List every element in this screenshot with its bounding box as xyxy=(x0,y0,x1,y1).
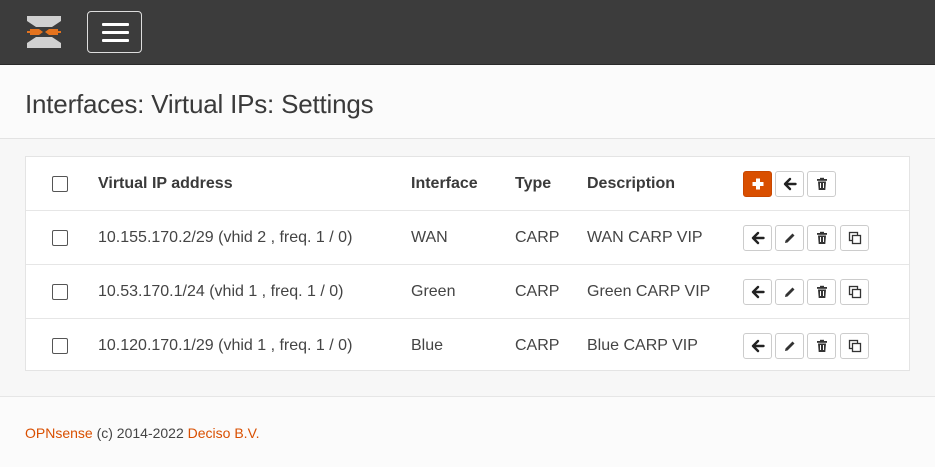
edit-icon xyxy=(784,287,794,297)
copy-button[interactable] xyxy=(840,225,869,251)
cell-address: 10.155.170.2/29 (vhid 2 , freq. 1 / 0) xyxy=(98,229,353,246)
row-apply-button[interactable] xyxy=(743,279,772,305)
cell-type: CARP xyxy=(515,337,560,354)
apply-icon xyxy=(751,231,765,245)
table-row[interactable]: 10.120.170.1/29 (vhid 1 , freq. 1 / 0) B… xyxy=(26,319,909,373)
row-checkbox[interactable] xyxy=(52,338,68,354)
page-header: Interfaces: Virtual IPs: Settings xyxy=(0,65,935,139)
footer-brand-link[interactable]: OPNsense xyxy=(25,425,93,441)
select-all-checkbox[interactable] xyxy=(52,176,68,192)
row-checkbox[interactable] xyxy=(52,284,68,300)
table-header-row: Virtual IP address Interface Type Descri… xyxy=(26,157,909,211)
column-header-type[interactable]: Type xyxy=(515,157,551,210)
hamburger-menu-icon xyxy=(102,23,129,26)
row-apply-button[interactable] xyxy=(743,225,772,251)
cell-type: CARP xyxy=(515,229,560,246)
copy-button[interactable] xyxy=(840,333,869,359)
footer: OPNsense (c) 2014-2022 Deciso B.V. xyxy=(0,397,935,467)
footer-copyright: (c) 2014-2022 xyxy=(92,425,188,441)
edit-button[interactable] xyxy=(775,279,804,305)
delete-button[interactable] xyxy=(807,333,836,359)
cell-interface: WAN xyxy=(411,229,448,246)
page-title: Interfaces: Virtual IPs: Settings xyxy=(25,89,374,119)
apply-button[interactable] xyxy=(775,171,804,197)
edit-icon xyxy=(784,233,794,243)
content-area: Virtual IP address Interface Type Descri… xyxy=(0,139,935,397)
opnsense-logo-icon[interactable] xyxy=(24,12,64,52)
footer-text: OPNsense (c) 2014-2022 Deciso B.V. xyxy=(25,425,260,441)
column-header-description[interactable]: Description xyxy=(587,157,675,210)
cell-description: Green CARP VIP xyxy=(587,283,711,300)
footer-company-link[interactable]: Deciso B.V. xyxy=(188,425,260,441)
delete-button[interactable] xyxy=(807,279,836,305)
top-navbar xyxy=(0,0,935,65)
delete-icon xyxy=(816,285,827,298)
row-checkbox[interactable] xyxy=(52,230,68,246)
cell-type: CARP xyxy=(515,283,560,300)
copy-icon xyxy=(848,339,861,353)
cell-address: 10.120.170.1/29 (vhid 1 , freq. 1 / 0) xyxy=(98,337,353,354)
copy-button[interactable] xyxy=(840,279,869,305)
apply-icon xyxy=(751,339,765,353)
cell-address: 10.53.170.1/24 (vhid 1 , freq. 1 / 0) xyxy=(98,283,344,300)
copy-icon xyxy=(848,285,861,299)
table-row[interactable]: 10.155.170.2/29 (vhid 2 , freq. 1 / 0) W… xyxy=(26,211,909,265)
delete-icon xyxy=(816,231,827,244)
apply-icon xyxy=(783,177,797,191)
hamburger-bar xyxy=(102,39,129,42)
apply-icon xyxy=(751,285,765,299)
cell-interface: Blue xyxy=(411,337,444,354)
menu-toggle-button[interactable] xyxy=(87,11,142,53)
add-button[interactable] xyxy=(743,171,772,197)
delete-icon xyxy=(816,339,827,352)
cell-interface: Green xyxy=(411,283,456,300)
edit-icon xyxy=(784,341,794,351)
delete-selected-button[interactable] xyxy=(807,171,836,197)
column-header-interface[interactable]: Interface xyxy=(411,157,478,210)
vip-table: Virtual IP address Interface Type Descri… xyxy=(25,156,910,371)
cell-description: WAN CARP VIP xyxy=(587,229,703,246)
delete-button[interactable] xyxy=(807,225,836,251)
add-icon xyxy=(752,178,763,190)
copy-icon xyxy=(848,231,861,245)
cell-description: Blue CARP VIP xyxy=(587,337,698,354)
edit-button[interactable] xyxy=(775,225,804,251)
edit-button[interactable] xyxy=(775,333,804,359)
table-row[interactable]: 10.53.170.1/24 (vhid 1 , freq. 1 / 0) Gr… xyxy=(26,265,909,319)
column-header-address[interactable]: Virtual IP address xyxy=(98,157,233,210)
delete-icon xyxy=(816,177,827,190)
row-apply-button[interactable] xyxy=(743,333,772,359)
hamburger-bar xyxy=(102,31,129,34)
